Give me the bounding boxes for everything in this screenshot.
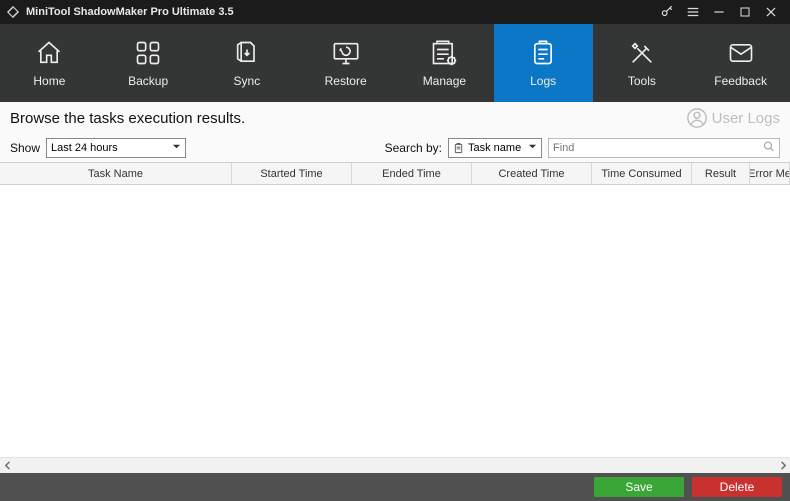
nav-logs[interactable]: Logs: [494, 24, 593, 102]
menu-icon[interactable]: [680, 0, 706, 24]
nav-label: Feedback: [714, 74, 767, 88]
table-body: [0, 185, 790, 457]
titlebar: MiniTool ShadowMaker Pro Ultimate 3.5: [0, 0, 790, 24]
main-nav: Home Backup Sync Restore Manage Logs T: [0, 24, 790, 102]
column-header[interactable]: Time Consumed: [592, 163, 692, 184]
show-label: Show: [10, 141, 40, 155]
key-icon[interactable]: [654, 0, 680, 24]
search-by-select[interactable]: Task name: [448, 138, 542, 158]
column-header[interactable]: Result: [692, 163, 750, 184]
search-by-value: Task name: [468, 142, 521, 154]
footer: Save Delete: [0, 473, 790, 501]
maximize-button[interactable]: [732, 0, 758, 24]
chevron-down-icon: [528, 142, 537, 154]
nav-tools[interactable]: Tools: [593, 24, 692, 102]
nav-restore[interactable]: Restore: [296, 24, 395, 102]
search-input-wrap: [548, 138, 780, 158]
page-heading: Browse the tasks execution results.: [10, 110, 245, 127]
search-input[interactable]: [553, 142, 775, 154]
backup-icon: [133, 38, 163, 68]
nav-label: Sync: [234, 74, 261, 88]
user-logs-link[interactable]: User Logs: [686, 107, 780, 129]
tools-icon: [627, 38, 657, 68]
user-logs-label: User Logs: [712, 110, 780, 127]
minimize-button[interactable]: [706, 0, 732, 24]
app-logo-icon: [6, 5, 20, 19]
column-header[interactable]: Created Time: [472, 163, 592, 184]
column-header[interactable]: Error Me: [750, 163, 790, 184]
table-header: Task NameStarted TimeEnded TimeCreated T…: [0, 163, 790, 185]
search-by-label: Search by:: [385, 141, 442, 155]
nav-label: Backup: [128, 74, 168, 88]
nav-manage[interactable]: Manage: [395, 24, 494, 102]
column-header[interactable]: Ended Time: [352, 163, 472, 184]
logs-icon: [528, 38, 558, 68]
scroll-track[interactable]: [16, 458, 774, 474]
delete-button[interactable]: Delete: [692, 477, 782, 497]
horizontal-scrollbar[interactable]: [0, 457, 790, 473]
scroll-right-icon[interactable]: [774, 458, 790, 474]
app-title: MiniTool ShadowMaker Pro Ultimate 3.5: [26, 6, 234, 18]
column-header[interactable]: Started Time: [232, 163, 352, 184]
save-button[interactable]: Save: [594, 477, 684, 497]
subheader: Browse the tasks execution results. User…: [0, 102, 790, 134]
nav-backup[interactable]: Backup: [99, 24, 198, 102]
nav-label: Home: [33, 74, 65, 88]
manage-icon: [429, 38, 459, 68]
home-icon: [34, 38, 64, 68]
column-header[interactable]: Task Name: [0, 163, 232, 184]
feedback-icon: [725, 38, 757, 68]
log-table: Task NameStarted TimeEnded TimeCreated T…: [0, 162, 790, 473]
nav-label: Manage: [423, 74, 466, 88]
scroll-left-icon[interactable]: [0, 458, 16, 474]
nav-label: Logs: [530, 74, 556, 88]
nav-label: Tools: [628, 74, 656, 88]
task-icon: [453, 143, 464, 154]
filter-row: Show Last 24 hours Search by: Task name: [0, 134, 790, 162]
nav-sync[interactable]: Sync: [198, 24, 297, 102]
search-icon[interactable]: [763, 141, 775, 156]
chevron-down-icon: [172, 142, 181, 154]
nav-label: Restore: [325, 74, 367, 88]
show-select[interactable]: Last 24 hours: [46, 138, 186, 158]
nav-home[interactable]: Home: [0, 24, 99, 102]
nav-feedback[interactable]: Feedback: [691, 24, 790, 102]
sync-icon: [232, 38, 262, 68]
close-button[interactable]: [758, 0, 784, 24]
show-value: Last 24 hours: [51, 142, 118, 154]
restore-icon: [329, 38, 363, 68]
